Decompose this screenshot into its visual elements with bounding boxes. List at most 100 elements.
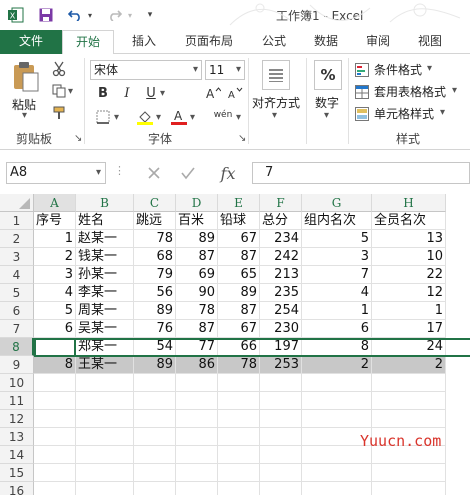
empty-cell[interactable] (176, 392, 218, 410)
empty-cell[interactable] (218, 428, 260, 446)
empty-cell[interactable] (218, 410, 260, 428)
font-color-dropdown-icon[interactable]: ▾ (190, 112, 195, 123)
table-cell[interactable]: 78 (134, 230, 176, 248)
alignment-icon[interactable] (262, 60, 290, 90)
table-cell[interactable]: 87 (218, 248, 260, 266)
table-cell[interactable]: 89 (176, 230, 218, 248)
empty-cell[interactable] (218, 374, 260, 392)
customize-toolbar-icon[interactable]: ▾ (144, 5, 156, 25)
header-cell[interactable]: 序号 (34, 212, 76, 230)
empty-cell[interactable] (302, 482, 372, 495)
table-cell[interactable]: 1 (302, 302, 372, 320)
empty-cell[interactable] (76, 410, 134, 428)
table-cell[interactable]: 68 (134, 248, 176, 266)
row-header-11[interactable]: 11 (0, 392, 34, 410)
undo-icon[interactable] (66, 5, 84, 25)
chevron-down-icon[interactable]: ▾ (452, 85, 457, 96)
empty-cell[interactable] (176, 464, 218, 482)
column-header-d[interactable]: D (176, 194, 218, 212)
font-color-icon[interactable]: A (170, 108, 188, 126)
phonetic-guide-button[interactable]: wén (212, 104, 234, 126)
table-cell[interactable]: 254 (260, 302, 302, 320)
tab-review[interactable]: 审阅 (358, 30, 398, 54)
empty-cell[interactable] (372, 374, 446, 392)
column-header-c[interactable]: C (134, 194, 176, 212)
table-cell[interactable]: 89 (134, 356, 176, 374)
table-cell[interactable]: 90 (176, 284, 218, 302)
column-header-b[interactable]: B (76, 194, 134, 212)
table-cell[interactable]: 2 (34, 248, 76, 266)
row-header-2[interactable]: 2 (0, 230, 34, 248)
empty-cell[interactable] (260, 464, 302, 482)
fill-color-icon[interactable] (136, 108, 154, 126)
paste-dropdown-icon[interactable]: ▾ (22, 110, 27, 121)
table-cell[interactable]: 4 (34, 284, 76, 302)
header-cell[interactable]: 总分 (260, 212, 302, 230)
increase-font-icon[interactable]: A (204, 84, 222, 102)
empty-cell[interactable] (372, 482, 446, 495)
table-cell[interactable]: 230 (260, 320, 302, 338)
empty-cell[interactable] (34, 482, 76, 495)
row-header-8[interactable]: 8 (0, 338, 34, 356)
table-cell[interactable]: 10 (372, 248, 446, 266)
row-header-14[interactable]: 14 (0, 446, 34, 464)
alignment-button-label[interactable]: 对齐方式 (252, 94, 300, 111)
number-dropdown-icon[interactable]: ▾ (324, 110, 329, 121)
empty-cell[interactable] (260, 392, 302, 410)
alignment-dropdown-icon[interactable]: ▾ (272, 110, 277, 121)
row-header-12[interactable]: 12 (0, 410, 34, 428)
clipboard-launcher-icon[interactable]: ↘ (74, 133, 82, 144)
table-cell[interactable]: 7 (302, 266, 372, 284)
underline-dropdown-icon[interactable]: ▾ (160, 88, 165, 99)
table-cell[interactable]: 2 (372, 356, 446, 374)
cell-style-icon[interactable] (354, 106, 370, 122)
column-header-e[interactable]: E (218, 194, 260, 212)
empty-cell[interactable] (260, 482, 302, 495)
table-cell[interactable]: 242 (260, 248, 302, 266)
tab-home[interactable]: 开始 (62, 30, 114, 55)
table-format-icon[interactable] (354, 84, 370, 100)
empty-cell[interactable] (76, 446, 134, 464)
table-cell[interactable]: 李某一 (76, 284, 134, 302)
font-name-dropdown[interactable]: 宋体 ▾ (90, 60, 202, 80)
empty-cell[interactable] (34, 374, 76, 392)
table-cell[interactable]: 3 (34, 266, 76, 284)
empty-cell[interactable] (134, 482, 176, 495)
cell-style-button[interactable]: 单元格样式 (374, 105, 434, 122)
underline-button[interactable]: U (144, 84, 158, 102)
tab-insert[interactable]: 插入 (124, 30, 164, 54)
empty-cell[interactable] (76, 482, 134, 495)
empty-cell[interactable] (76, 464, 134, 482)
table-cell[interactable]: 6 (34, 320, 76, 338)
table-cell[interactable]: 78 (218, 356, 260, 374)
insert-function-button[interactable]: fx (212, 162, 244, 184)
table-cell[interactable]: 86 (176, 356, 218, 374)
undo-dropdown-icon[interactable]: ▾ (85, 5, 95, 25)
empty-cell[interactable] (34, 392, 76, 410)
chevron-down-icon[interactable]: ▾ (440, 107, 445, 118)
italic-button[interactable]: I (120, 84, 134, 102)
column-header-a[interactable]: A (34, 194, 76, 212)
row-header-13[interactable]: 13 (0, 428, 34, 446)
header-cell[interactable]: 组内名次 (302, 212, 372, 230)
empty-cell[interactable] (176, 428, 218, 446)
table-cell[interactable]: 87 (176, 320, 218, 338)
empty-cell[interactable] (260, 410, 302, 428)
empty-cell[interactable] (34, 446, 76, 464)
table-cell[interactable]: 87 (176, 248, 218, 266)
empty-cell[interactable] (218, 464, 260, 482)
name-box[interactable]: A8 ▾ (6, 162, 106, 184)
header-cell[interactable]: 姓名 (76, 212, 134, 230)
table-cell[interactable]: 赵某一 (76, 230, 134, 248)
row-header-10[interactable]: 10 (0, 374, 34, 392)
empty-cell[interactable] (134, 446, 176, 464)
table-cell[interactable]: 89 (218, 284, 260, 302)
empty-cell[interactable] (218, 482, 260, 495)
table-cell[interactable]: 78 (176, 302, 218, 320)
decrease-font-icon[interactable]: A (226, 84, 244, 102)
empty-cell[interactable] (260, 446, 302, 464)
conditional-format-icon[interactable] (354, 62, 370, 78)
table-cell[interactable]: 吴某一 (76, 320, 134, 338)
tab-data[interactable]: 数据 (306, 30, 346, 54)
empty-cell[interactable] (76, 374, 134, 392)
